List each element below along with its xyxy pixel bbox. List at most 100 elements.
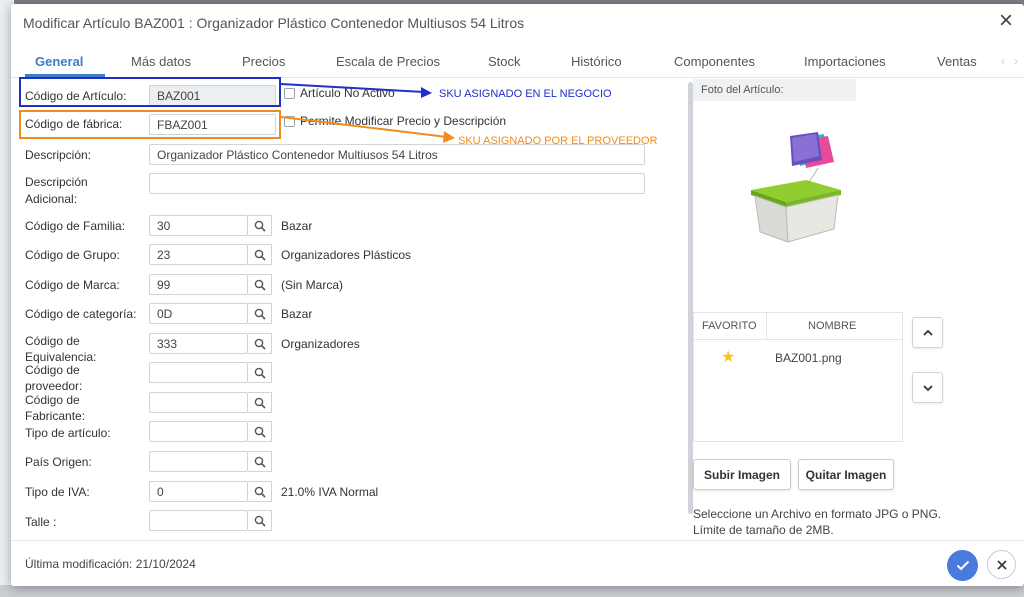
marca-search-button[interactable] [248, 274, 272, 295]
marca-field[interactable]: 99 [149, 274, 248, 295]
descripcion-adicional-field[interactable] [149, 173, 645, 194]
tipo-articulo-label: Tipo de artículo: [25, 426, 111, 440]
search-icon [254, 279, 266, 291]
familia-description: Bazar [281, 219, 313, 233]
subir-imagen-button[interactable]: Subir Imagen [693, 459, 791, 490]
search-icon [254, 367, 266, 379]
grupo-search-button[interactable] [248, 244, 272, 265]
pais-origen-search-button[interactable] [248, 451, 272, 472]
image-file-name: BAZ001.png [775, 351, 842, 365]
proveedor-field[interactable] [149, 362, 248, 383]
tipo-iva-label: Tipo de IVA: [25, 485, 90, 499]
form-scrollbar[interactable] [688, 82, 693, 514]
tipo-articulo-field[interactable] [149, 421, 248, 442]
cancel-button[interactable] [987, 550, 1016, 579]
search-icon [254, 456, 266, 468]
image-files-table: FAVORITO NOMBRE ★ BAZ001.png [693, 312, 903, 442]
permite-modificar-checkbox[interactable] [284, 116, 295, 127]
marca-label: Código de Marca: [25, 278, 120, 292]
tab-general[interactable]: General [35, 54, 83, 69]
tab-bar: General Más datos Precios Escala de Prec… [11, 44, 1024, 78]
tipo-iva-description: 21.0% IVA Normal [281, 485, 379, 499]
marca-description: (Sin Marca) [281, 278, 344, 292]
categoria-label: Código de categoría: [25, 307, 137, 321]
chevron-down-icon [922, 384, 933, 391]
tab-historico[interactable]: Histórico [571, 54, 622, 69]
column-separator [766, 313, 767, 339]
search-icon [254, 249, 266, 261]
categoria-search-button[interactable] [248, 303, 272, 324]
tipo-iva-search-button[interactable] [248, 481, 272, 502]
fabricante-field[interactable] [149, 392, 248, 413]
move-up-button[interactable] [912, 317, 943, 348]
move-down-button[interactable] [912, 372, 943, 403]
descripcion-label: Descripción: [25, 148, 92, 162]
tab-ventas[interactable]: Ventas [937, 54, 977, 69]
close-icon[interactable]: × [994, 9, 1018, 34]
search-icon [254, 486, 266, 498]
last-modified-text: Última modificación: 21/10/2024 [25, 557, 196, 571]
annotation-negocio-text: SKU ASIGNADO EN EL NEGOCIO [439, 88, 612, 100]
equivalencia-field[interactable]: 333 [149, 333, 248, 354]
articulo-no-activo-checkbox[interactable] [284, 88, 295, 99]
fabricante-label-1: Código de [25, 393, 80, 407]
annotation-box-proveedor [19, 110, 281, 139]
search-icon [254, 220, 266, 232]
background-app-bottom [0, 585, 1024, 597]
fabricante-search-button[interactable] [248, 392, 272, 413]
image-upload-hint: Seleccione un Archivo en formato JPG o P… [693, 507, 942, 537]
pais-origen-label: País Origen: [25, 455, 92, 469]
pais-origen-field[interactable] [149, 451, 248, 472]
talle-search-button[interactable] [248, 510, 272, 531]
confirm-button[interactable] [947, 550, 978, 581]
tab-stock[interactable]: Stock [488, 54, 521, 69]
favorite-star-icon[interactable]: ★ [721, 347, 735, 367]
grupo-label: Código de Grupo: [25, 248, 120, 262]
product-image [751, 132, 841, 243]
tab-mas-datos[interactable]: Más datos [131, 54, 191, 69]
equivalencia-search-button[interactable] [248, 333, 272, 354]
talle-label: Talle : [25, 515, 57, 529]
search-icon [254, 308, 266, 320]
tab-precios[interactable]: Precios [242, 54, 285, 69]
descripcion-adicional-label-1: Descripción [25, 175, 88, 189]
talle-field[interactable] [149, 510, 248, 531]
familia-field[interactable]: 30 [149, 215, 248, 236]
proveedor-label-1: Código de [25, 363, 80, 377]
image-file-row[interactable]: ★ BAZ001.png [694, 343, 902, 369]
grupo-field[interactable]: 23 [149, 244, 248, 265]
proveedor-search-button[interactable] [248, 362, 272, 383]
tab-scroll-right-icon[interactable]: › [1014, 54, 1018, 68]
nombre-column-header: NOMBRE [808, 320, 857, 332]
annotation-box-negocio [19, 77, 281, 107]
tab-importaciones[interactable]: Importaciones [804, 54, 886, 69]
tab-escala-precios[interactable]: Escala de Precios [336, 54, 440, 69]
tab-scroll-left-icon[interactable]: ‹ [1001, 54, 1005, 68]
grupo-description: Organizadores Plásticos [281, 248, 412, 262]
descripcion-adicional-label-2: Adicional: [25, 192, 78, 206]
search-icon [254, 397, 266, 409]
photo-header: Foto del Artículo: [693, 79, 856, 101]
familia-label: Código de Familia: [25, 219, 126, 233]
articulo-no-activo-label: Artículo No Activo [300, 86, 395, 100]
descripcion-field[interactable]: Organizador Plástico Contenedor Multiuso… [149, 144, 645, 165]
search-icon [254, 338, 266, 350]
quitar-imagen-button[interactable]: Quitar Imagen [798, 459, 894, 490]
tab-componentes[interactable]: Componentes [674, 54, 755, 69]
search-icon [254, 515, 266, 527]
search-icon [254, 426, 266, 438]
close-icon [996, 559, 1007, 570]
tipo-articulo-search-button[interactable] [248, 421, 272, 442]
fabricante-label-2: Fabricante: [25, 409, 86, 423]
categoria-description: Bazar [281, 307, 313, 321]
modify-article-dialog: Modificar Artículo BAZ001 : Organizador … [11, 4, 1024, 586]
dialog-title: Modificar Artículo BAZ001 : Organizador … [23, 15, 525, 31]
tipo-iva-field[interactable]: 0 [149, 481, 248, 502]
equivalencia-label-1: Código de [25, 334, 80, 348]
familia-search-button[interactable] [248, 215, 272, 236]
categoria-field[interactable]: 0D [149, 303, 248, 324]
image-files-header: FAVORITO NOMBRE [694, 313, 902, 340]
permite-modificar-label: Permite Modificar Precio y Descripción [300, 114, 507, 128]
dialog-footer: Última modificación: 21/10/2024 [11, 540, 1024, 586]
favorito-column-header: FAVORITO [702, 320, 757, 332]
